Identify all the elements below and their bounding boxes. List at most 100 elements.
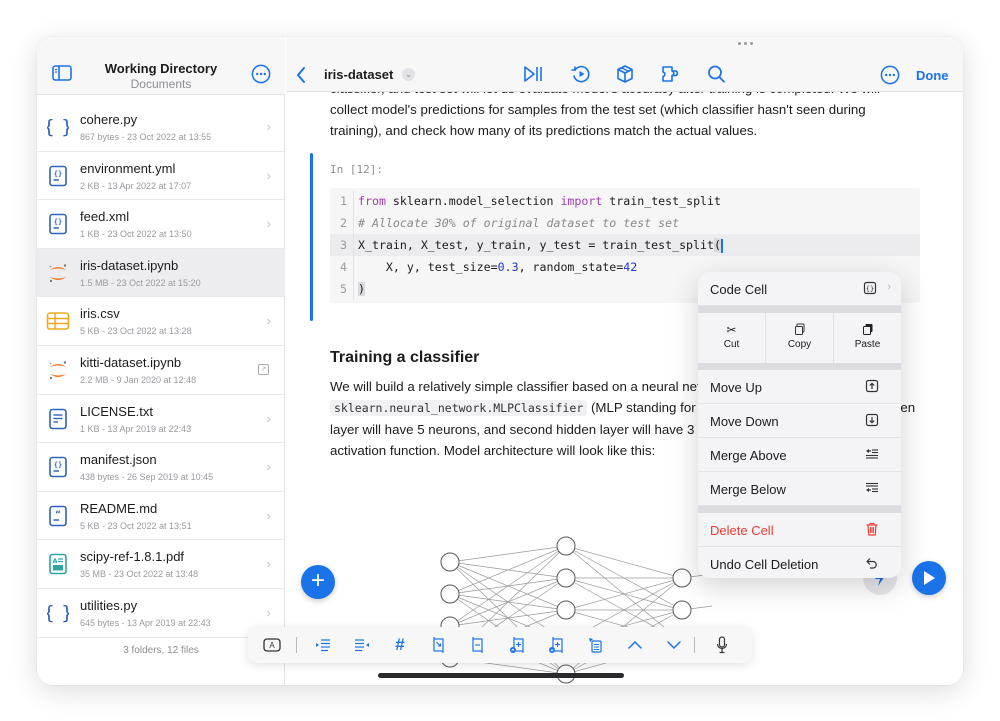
action-label: Paste bbox=[854, 339, 881, 350]
pdf-file-icon: A bbox=[46, 552, 70, 576]
search-icon[interactable] bbox=[706, 64, 728, 84]
move-cell-down-button[interactable] bbox=[664, 635, 684, 655]
svg-text:{}: {} bbox=[54, 170, 62, 178]
menu-item-label: Delete Cell bbox=[710, 523, 774, 538]
file-meta: 35 MB - 23 Oct 2022 at 13:48 bbox=[80, 569, 199, 580]
notebook-more-icon[interactable] bbox=[880, 65, 900, 85]
move-cell-up-button[interactable] bbox=[625, 635, 645, 655]
extensions-icon[interactable] bbox=[660, 64, 682, 84]
add-cell-button[interactable]: + bbox=[301, 565, 335, 599]
move-up-item[interactable]: Move Up bbox=[698, 370, 901, 404]
menu-item-label: Merge Above bbox=[710, 448, 787, 463]
insert-below-button[interactable] bbox=[546, 635, 566, 655]
outdent-icon bbox=[355, 639, 369, 652]
file-meta: 1 KB - 23 Oct 2022 at 13:50 bbox=[80, 229, 192, 240]
config-file-icon: {} bbox=[46, 455, 70, 479]
file-meta: 1 KB - 13 Apr 2019 at 22:43 bbox=[80, 423, 192, 434]
svg-text:{ }: { } bbox=[47, 116, 69, 138]
restart-kernel-icon[interactable] bbox=[570, 64, 592, 84]
more-options-icon[interactable] bbox=[251, 64, 271, 84]
chevron-down-icon bbox=[667, 641, 681, 650]
external-link-icon[interactable]: ↗ bbox=[258, 363, 269, 375]
copy-icon bbox=[766, 323, 833, 339]
merge-below-icon bbox=[866, 482, 878, 493]
merge-below-item[interactable]: Merge Below bbox=[698, 472, 901, 506]
run-cell-button[interactable] bbox=[912, 561, 946, 595]
file-meta: 5 KB - 23 Oct 2022 at 13:28 bbox=[80, 326, 192, 337]
file-meta: 2.2 MB - 9 Jan 2020 at 12:48 bbox=[80, 374, 197, 385]
action-label: Cut bbox=[723, 339, 740, 350]
indent-icon bbox=[316, 639, 330, 652]
file-list-item[interactable]: “ README.md 5 KB - 23 Oct 2022 at 13:51 › bbox=[37, 492, 285, 541]
network-connection bbox=[449, 545, 567, 627]
comment-button[interactable]: # bbox=[390, 635, 410, 655]
merge-above-icon bbox=[866, 449, 878, 459]
merge-above-item[interactable]: Merge Above bbox=[698, 438, 901, 472]
done-button[interactable]: Done bbox=[916, 68, 949, 83]
python-braces-icon: { } bbox=[46, 601, 70, 625]
outdent-button[interactable] bbox=[352, 635, 372, 655]
play-icon bbox=[924, 571, 935, 585]
microphone-icon bbox=[716, 636, 728, 654]
convert-cell-button[interactable] bbox=[585, 635, 605, 655]
chevron-right-icon: › bbox=[266, 313, 271, 329]
move-down-item[interactable]: Move Down bbox=[698, 404, 901, 438]
python-braces-icon: { } bbox=[46, 115, 70, 139]
paste-button[interactable]: Paste bbox=[834, 313, 901, 363]
file-list-item[interactable]: {} manifest.json 438 bytes - 26 Sep 2019 a… bbox=[37, 443, 285, 492]
menu-separator bbox=[698, 506, 901, 513]
svg-text:{ }: { } bbox=[47, 602, 69, 624]
dictation-button[interactable] bbox=[712, 635, 732, 655]
convert-cell-icon bbox=[589, 638, 602, 653]
sidebar-title: Working Directory bbox=[104, 61, 218, 76]
network-connection bbox=[449, 545, 567, 595]
code-line[interactable]: 1 from sklearn.model_selection import tra… bbox=[330, 190, 920, 212]
file-list-item[interactable]: { } cohere.py 867 bytes - 23 Oct 2022 at 1… bbox=[37, 103, 285, 152]
cell-type-button[interactable]: A bbox=[262, 635, 282, 655]
multitasking-dots-icon[interactable] bbox=[738, 42, 758, 48]
file-name: manifest.json bbox=[80, 452, 157, 468]
insert-above-button[interactable] bbox=[507, 635, 527, 655]
file-meta: 2 KB - 13 Apr 2022 at 17:07 bbox=[80, 180, 192, 191]
indent-button[interactable] bbox=[313, 635, 333, 655]
chevron-right-icon: › bbox=[266, 604, 271, 620]
undo-cell-deletion-item[interactable]: Undo Cell Deletion bbox=[698, 547, 901, 578]
cell-type-icon: A bbox=[263, 638, 281, 652]
home-indicator[interactable] bbox=[378, 673, 624, 678]
back-chevron-icon[interactable] bbox=[292, 65, 310, 85]
code-cell-type-item[interactable]: Code Cell {} › bbox=[698, 272, 901, 306]
svg-text:{}: {} bbox=[54, 461, 62, 469]
merge-cell-button[interactable] bbox=[468, 635, 488, 655]
paste-icon bbox=[834, 323, 901, 339]
file-list-item[interactable]: { } utilities.py 645 bytes - 13 Apr 2019 a… bbox=[37, 589, 285, 638]
menu-item-label: Merge Below bbox=[710, 482, 786, 497]
file-list-item[interactable]: kitti-dataset.ipynb 2.2 MB - 9 Jan 2020 a… bbox=[37, 346, 285, 395]
cut-button[interactable]: ✂ Cut bbox=[698, 313, 766, 363]
file-list-item[interactable]: Ascipy-ref-1.8.1.pdf 35 MB - 23 Oct 2022 … bbox=[37, 540, 285, 589]
split-cell-button[interactable] bbox=[429, 635, 449, 655]
file-list-item[interactable]: {} feed.xml 1 KB - 23 Oct 2022 at 13:50 › bbox=[37, 200, 285, 249]
move-down-icon bbox=[865, 413, 879, 427]
split-cell-icon bbox=[433, 637, 444, 653]
run-all-icon[interactable] bbox=[522, 64, 544, 84]
file-list-item[interactable]: iris.csv 5 KB - 23 Oct 2022 at 13:28 › bbox=[37, 297, 285, 346]
copy-button[interactable]: Copy bbox=[766, 313, 834, 363]
code-line-active[interactable]: 3 X_train, X_test, y_train, y_test = trai… bbox=[330, 234, 920, 256]
action-label: Copy bbox=[787, 339, 812, 350]
cell-context-menu: Code Cell {} › ✂ Cut Copy Paste Move Up M… bbox=[698, 272, 901, 578]
file-list-item[interactable]: iris-dataset.ipynb 1.5 MB - 23 Oct 2022 a… bbox=[37, 248, 285, 298]
file-list-item[interactable]: LICENSE.txt 1 KB - 13 Apr 2019 at 22:43 › bbox=[37, 395, 285, 444]
text-file-icon bbox=[46, 407, 70, 431]
insert-below-icon bbox=[549, 637, 563, 653]
delete-cell-item[interactable]: Delete Cell bbox=[698, 513, 901, 547]
network-neuron bbox=[672, 600, 692, 620]
title-dropdown-icon[interactable]: ⌄ bbox=[402, 68, 415, 81]
packages-icon[interactable] bbox=[614, 64, 636, 84]
notebook-title[interactable]: iris-dataset bbox=[324, 67, 393, 82]
notebook-toolbar: iris-dataset ⌄ Done bbox=[286, 37, 963, 92]
chevron-right-icon: › bbox=[266, 556, 271, 572]
code-line[interactable]: 2 # Allocate 30% of original dataset to t… bbox=[330, 212, 920, 234]
chevron-right-icon: › bbox=[887, 281, 891, 293]
hash-icon: # bbox=[395, 635, 405, 654]
file-list-item[interactable]: {} environment.yml 2 KB - 13 Apr 2022 at 1… bbox=[37, 152, 285, 201]
